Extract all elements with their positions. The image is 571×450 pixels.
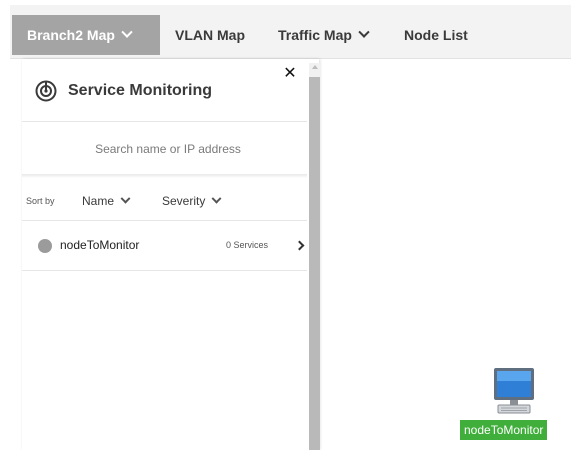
sort-severity-dropdown[interactable]: Severity <box>162 193 222 208</box>
tab-traffic-map[interactable]: Traffic Map <box>278 15 370 55</box>
scrollbar-thumb[interactable] <box>309 77 320 450</box>
close-icon[interactable]: ✕ <box>282 65 298 83</box>
service-monitoring-panel: Service Monitoring ✕ Sort by Name Severi… <box>22 59 319 450</box>
divider <box>22 121 307 122</box>
divider <box>22 220 307 221</box>
chevron-right-icon <box>294 240 305 251</box>
panel-title: Service Monitoring <box>68 82 213 99</box>
tab-vlan-map[interactable]: VLAN Map <box>175 15 245 55</box>
tab-branch2-map[interactable]: Branch2 Map <box>12 15 160 55</box>
tab-label: Node List <box>404 27 468 43</box>
chevron-down-icon <box>121 26 133 38</box>
chevron-down-icon <box>211 193 222 204</box>
tab-label: Branch2 Map <box>27 27 115 43</box>
scroll-up-arrow[interactable] <box>312 65 318 69</box>
status-dot <box>38 239 52 253</box>
chevron-down-icon <box>120 193 131 204</box>
tab-node-list[interactable]: Node List <box>404 15 468 55</box>
tab-label: Traffic Map <box>278 27 352 43</box>
sort-label: Sort by <box>26 196 55 206</box>
chevron-down-icon <box>358 26 370 38</box>
services-count: 0 Services <box>226 240 269 250</box>
divider <box>22 270 307 271</box>
sort-severity-label: Severity <box>162 194 206 208</box>
map-node-label: nodeToMonitor <box>460 420 548 440</box>
sort-name-dropdown[interactable]: Name <box>82 193 131 208</box>
computer-icon <box>494 368 534 414</box>
service-monitoring-icon <box>35 80 57 102</box>
panel-header: Service Monitoring <box>34 77 212 105</box>
map-node-nodetomonitor[interactable]: nodeToMonitor <box>460 367 569 445</box>
sort-bar: Sort by Name Severity <box>22 187 307 215</box>
sort-name-label: Name <box>82 194 115 208</box>
list-item[interactable]: nodeToMonitor 0 Services <box>22 229 307 261</box>
node-name: nodeToMonitor <box>60 238 140 252</box>
search-divider <box>22 174 307 178</box>
tab-label: VLAN Map <box>175 27 245 43</box>
search-input[interactable] <box>34 131 302 167</box>
